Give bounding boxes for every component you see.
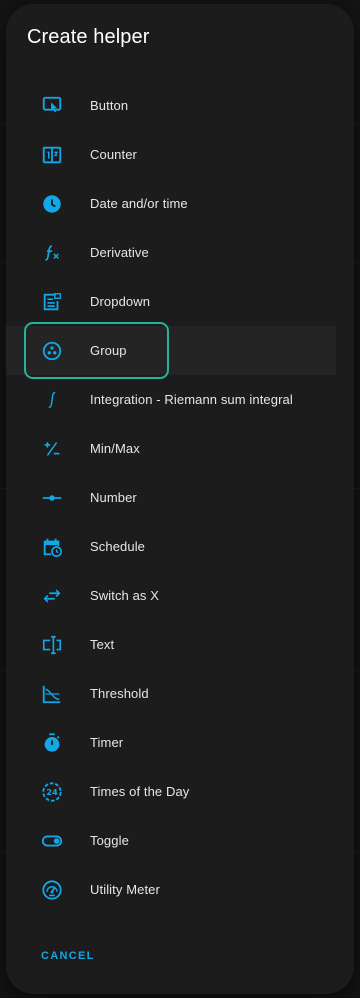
helper-item-derivative[interactable]: Derivative: [6, 228, 336, 277]
helper-item-number[interactable]: Number: [6, 473, 336, 522]
slider-icon: [40, 486, 64, 510]
helper-item-label: Times of the Day: [90, 784, 190, 799]
helper-item-label: Timer: [90, 735, 124, 750]
helper-item-label: Date and/or time: [90, 196, 188, 211]
helper-item-text[interactable]: Text: [6, 620, 336, 669]
counter-icon: [40, 143, 64, 167]
svg-text:24: 24: [46, 787, 58, 797]
helper-item-label: Derivative: [90, 245, 149, 260]
timer-icon: [40, 731, 64, 755]
helper-item-dropdown[interactable]: Dropdown: [6, 277, 336, 326]
helper-item-schedule[interactable]: Schedule: [6, 522, 336, 571]
create-helper-dialog: Create helper Button Counter Date and/or…: [6, 4, 354, 994]
dialog-title: Create helper: [27, 26, 150, 48]
helper-item-label: Dropdown: [90, 294, 151, 309]
cancel-button[interactable]: CANCEL: [41, 950, 95, 962]
button-press-icon: [40, 94, 64, 118]
helper-item-min-max[interactable]: Min/Max: [6, 424, 336, 473]
swap-arrows-icon: [40, 584, 64, 608]
gauge-icon: [40, 878, 64, 902]
helper-item-date-time[interactable]: Date and/or time: [6, 179, 336, 228]
toggle-icon: [40, 829, 64, 853]
function-icon: [40, 241, 64, 265]
integral-icon: [40, 388, 64, 412]
plus-minus-icon: [40, 437, 64, 461]
helper-item-button[interactable]: Button: [6, 81, 336, 130]
calendar-clock-icon: [40, 535, 64, 559]
helper-item-label: Utility Meter: [90, 882, 160, 897]
helper-item-label: Threshold: [90, 686, 149, 701]
group-icon: [40, 339, 64, 363]
helper-item-label: Integration - Riemann sum integral: [90, 392, 293, 407]
helper-item-counter[interactable]: Counter: [6, 130, 336, 179]
helper-item-timer[interactable]: Timer: [6, 718, 336, 767]
helper-item-toggle[interactable]: Toggle: [6, 816, 336, 865]
helper-item-label: Schedule: [90, 539, 146, 554]
helper-item-label: Button: [90, 98, 129, 113]
helper-item-utility-meter[interactable]: Utility Meter: [6, 865, 336, 914]
helper-item-label: Group: [90, 343, 127, 358]
helper-item-integration[interactable]: Integration - Riemann sum integral: [6, 375, 336, 424]
clock-icon: [40, 192, 64, 216]
helper-item-group[interactable]: Group: [6, 326, 336, 375]
helper-item-label: Counter: [90, 147, 137, 162]
threshold-chart-icon: [40, 682, 64, 706]
helper-item-label: Text: [90, 637, 115, 652]
helper-item-label: Number: [90, 490, 137, 505]
helper-list: Button Counter Date and/or time Derivati…: [6, 81, 336, 914]
helper-item-label: Switch as X: [90, 588, 160, 603]
helper-item-times-of-the-day[interactable]: 24 Times of the Day: [6, 767, 336, 816]
helper-item-label: Min/Max: [90, 441, 140, 456]
helper-item-switch-as-x[interactable]: Switch as X: [6, 571, 336, 620]
helper-item-label: Toggle: [90, 833, 129, 848]
text-cursor-icon: [40, 633, 64, 657]
dropdown-form-icon: [40, 290, 64, 314]
24-hour-icon: 24: [40, 780, 64, 804]
helper-item-threshold[interactable]: Threshold: [6, 669, 336, 718]
